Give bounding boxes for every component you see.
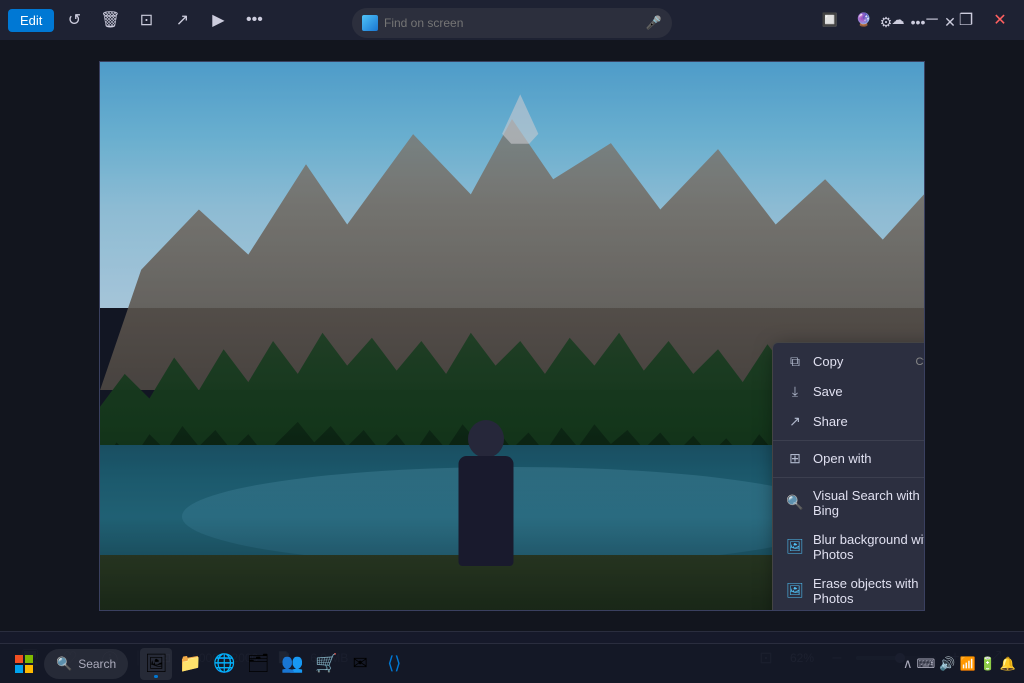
- edge-icon: 🌐: [213, 653, 235, 674]
- taskbar-app-teams[interactable]: 👥: [276, 648, 308, 680]
- delete-button[interactable]: 🗑: [94, 4, 126, 36]
- start-button[interactable]: [8, 648, 40, 680]
- taskbar-app-store[interactable]: 🛒: [310, 648, 342, 680]
- close-button[interactable]: ✕: [984, 4, 1016, 36]
- tray-icon-1[interactable]: 🔲: [814, 4, 846, 36]
- menu-item-blur[interactable]: 🖼 Blur background with Photos: [773, 525, 925, 569]
- browser-favicon: [362, 15, 378, 31]
- taskbar-apps: 🖼 📁 🌐 🗂 👥 🛒 ✉ ⟨⟩: [140, 648, 410, 680]
- save-icon: ⤓: [787, 384, 803, 400]
- image-container[interactable]: ⧉ Copy Ctrl+C ⤓ Save ↗ Share ⊞ Open with…: [99, 61, 925, 611]
- bing-icon: 🔍: [787, 495, 803, 511]
- menu-divider-1: [773, 440, 925, 441]
- taskbar-search-bar[interactable]: 🔍 Search: [44, 649, 128, 679]
- menu-item-visual-search[interactable]: 🔍 Visual Search with Bing: [773, 481, 925, 525]
- person-silhouette: [446, 416, 526, 566]
- tray-network-icon[interactable]: 📶: [959, 656, 975, 672]
- undo-button[interactable]: ↺: [58, 4, 90, 36]
- menu-item-save[interactable]: ⤓ Save: [773, 377, 925, 407]
- menu-item-open-label: Open with: [813, 451, 872, 466]
- menu-divider-2: [773, 477, 925, 478]
- taskbar-app-explorer[interactable]: 📁: [174, 648, 206, 680]
- menu-copy-shortcut: Ctrl+C: [916, 356, 925, 368]
- browser-search-input[interactable]: [384, 16, 640, 30]
- tray-keyboard-icon[interactable]: ⌨: [916, 656, 935, 672]
- menu-item-copy[interactable]: ⧉ Copy Ctrl+C: [773, 347, 925, 377]
- taskbar-right: ∧ ⌨ 🔊 📶 🔋 🔔: [903, 656, 1016, 672]
- folder-icon: 🗂: [247, 653, 270, 674]
- store-icon: 🛒: [315, 653, 337, 674]
- taskbar-app-mail[interactable]: ✉: [344, 648, 376, 680]
- taskbar-search-label: Search: [78, 657, 116, 671]
- browser-search-bar: 🎤: [352, 8, 672, 38]
- menu-item-erase[interactable]: 🖼 Erase objects with Photos: [773, 569, 925, 611]
- share-button[interactable]: ↗: [166, 4, 198, 36]
- taskbar-app-edge[interactable]: 🌐: [208, 648, 240, 680]
- slideshow-button[interactable]: ▶: [202, 4, 234, 36]
- teams-icon: 👥: [281, 653, 303, 674]
- photos-app-icon: 🖼: [145, 653, 168, 674]
- blur-icon: 🖼: [787, 539, 803, 555]
- browser-more-button[interactable]: •••: [904, 8, 932, 36]
- context-menu: ⧉ Copy Ctrl+C ⤓ Save ↗ Share ⊞ Open with…: [772, 342, 925, 611]
- tray-chevron[interactable]: ∧: [903, 656, 913, 672]
- tray-icons: ∧ ⌨ 🔊 📶 🔋 🔔: [903, 656, 1016, 672]
- mic-button[interactable]: 🎤: [646, 15, 662, 31]
- tray-volume-icon[interactable]: 🔊: [939, 656, 955, 672]
- taskbar-app-dev[interactable]: ⟨⟩: [378, 648, 410, 680]
- share-icon: ↗: [787, 414, 803, 430]
- more-button[interactable]: •••: [238, 4, 270, 36]
- erase-icon: 🖼: [787, 583, 803, 599]
- dev-icon: ⟨⟩: [387, 653, 401, 674]
- edit-button[interactable]: Edit: [8, 9, 54, 32]
- crop-button[interactable]: ⊡: [130, 4, 162, 36]
- menu-item-copy-label: Copy: [813, 354, 843, 369]
- tray-battery-icon[interactable]: 🔋: [980, 656, 996, 672]
- taskbar-search-icon: 🔍: [56, 656, 72, 672]
- app-toolbar: Edit ↺ 🗑 ⊡ ↗ ▶ ••• 🎤 ⚙ ••• ✕ 🔲 🔮 ☁ ─ ❐ ✕: [0, 0, 1024, 40]
- mail-icon: ✉: [353, 653, 368, 674]
- taskbar: 🔍 Search 🖼 📁 🌐 🗂 👥 🛒 ✉ ⟨⟩ ∧ ⌨: [0, 643, 1024, 683]
- menu-item-share[interactable]: ↗ Share: [773, 407, 925, 437]
- tray-notification-icon[interactable]: 🔔: [1000, 656, 1016, 672]
- browser-close-button[interactable]: ✕: [936, 8, 964, 36]
- main-image-area: ⧉ Copy Ctrl+C ⤓ Save ↗ Share ⊞ Open with…: [0, 40, 1024, 631]
- menu-item-share-label: Share: [813, 414, 848, 429]
- browser-settings-button[interactable]: ⚙: [872, 8, 900, 36]
- taskbar-app-folder[interactable]: 🗂: [242, 648, 274, 680]
- menu-item-blur-label: Blur background with Photos: [813, 532, 925, 562]
- taskbar-app-photos[interactable]: 🖼: [140, 648, 172, 680]
- explorer-icon: 📁: [179, 653, 201, 674]
- browser-controls: ⚙ ••• ✕: [872, 8, 964, 36]
- copy-icon: ⧉: [787, 354, 803, 370]
- open-with-icon: ⊞: [787, 451, 803, 467]
- menu-item-visual-label: Visual Search with Bing: [813, 488, 925, 518]
- menu-item-erase-label: Erase objects with Photos: [813, 576, 925, 606]
- menu-item-open-with[interactable]: ⊞ Open with ›: [773, 444, 925, 474]
- menu-item-save-label: Save: [813, 384, 843, 399]
